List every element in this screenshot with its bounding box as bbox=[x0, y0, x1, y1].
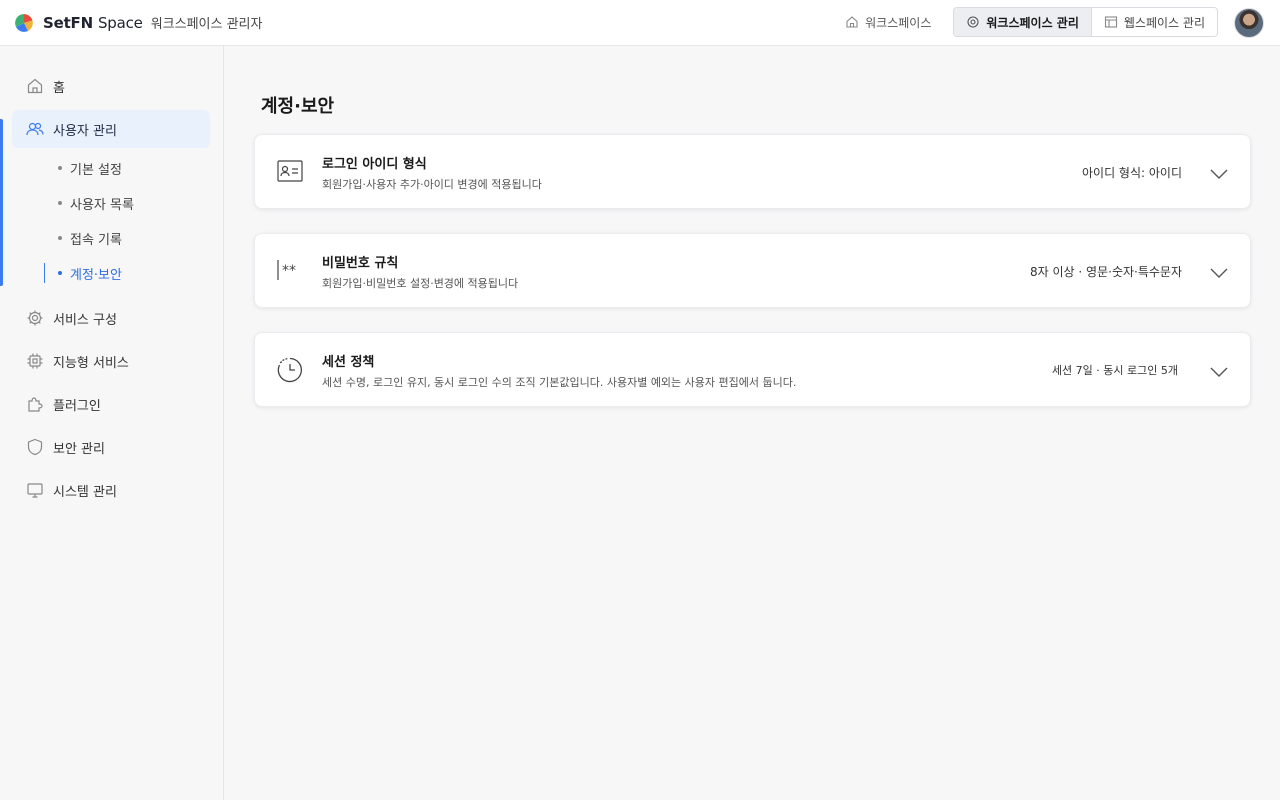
card-value: 8자 이상 · 영문·숫자·특수문자 bbox=[1030, 265, 1182, 279]
sidebar-item-intelligent[interactable]: 지능형 서비스 bbox=[12, 342, 210, 380]
password-icon: ** bbox=[277, 258, 305, 286]
card-value: 세션 7일 · 동시 로그인 5개 bbox=[1051, 364, 1178, 377]
sidebar-item-system[interactable]: 시스템 관리 bbox=[12, 471, 210, 509]
card-description: 세션 수명, 로그인 유지, 동시 로그인 수의 조직 기본값입니다. 사용자별… bbox=[322, 376, 797, 389]
sidebar-item-home[interactable]: 홈 bbox=[12, 67, 210, 105]
sidebar-item-label: 서비스 구성 bbox=[53, 312, 117, 328]
header-nav: 워크스페이스 워크스페이스 관리 웹스페이스 관리 bbox=[835, 7, 1218, 37]
chevron-down-icon[interactable] bbox=[1210, 264, 1228, 283]
puzzle-icon bbox=[28, 397, 43, 412]
top-header: SetFN Space 워크스페이스 관리자 워크스페이스 워크스페이스 관리 … bbox=[0, 0, 1280, 46]
svg-text:**: ** bbox=[282, 263, 296, 279]
sidebar-item-label: 지능형 서비스 bbox=[53, 355, 129, 371]
chevron-down-icon[interactable] bbox=[1210, 165, 1228, 184]
sidebar-item-label: 사용자 관리 bbox=[53, 123, 117, 139]
users-icon bbox=[26, 122, 44, 136]
card-title: 비밀번호 규칙 bbox=[322, 256, 399, 271]
sidebar-sub-item-basic[interactable]: 기본 설정 bbox=[58, 153, 122, 183]
card-description: 회원가입·비밀번호 설정·변경에 적용됩니다 bbox=[322, 277, 519, 290]
shield-icon bbox=[27, 438, 43, 456]
nav-webspace-admin-label: 웹스페이스 관리 bbox=[1123, 15, 1205, 30]
sidebar-sub-item-account-security[interactable]: 계정·보안 bbox=[58, 258, 122, 288]
card-title: 세션 정책 bbox=[322, 355, 375, 370]
layout-icon bbox=[1104, 16, 1117, 28]
monitor-icon bbox=[27, 483, 43, 498]
sub-active-line bbox=[44, 263, 45, 283]
home-icon bbox=[846, 16, 858, 28]
id-card-icon bbox=[277, 159, 303, 187]
nav-workspace[interactable]: 워크스페이스 bbox=[835, 7, 941, 37]
card-password-rules[interactable]: ** 비밀번호 규칙 회원가입·비밀번호 설정·변경에 적용됩니다 8자 이상 … bbox=[254, 233, 1251, 308]
sidebar-sub-item-access-log[interactable]: 접속 기록 bbox=[58, 223, 122, 253]
sidebar-item-users[interactable]: 사용자 관리 bbox=[12, 110, 210, 148]
gear-icon bbox=[967, 16, 979, 28]
sidebar-sub-label: 기본 설정 bbox=[70, 162, 122, 178]
clock-icon bbox=[277, 357, 303, 387]
sidebar-active-accent bbox=[0, 119, 3, 286]
sidebar-sub-label: 계정·보안 bbox=[70, 267, 122, 283]
admin-switch: 워크스페이스 관리 웹스페이스 관리 bbox=[953, 7, 1218, 37]
sidebar-sub-label: 사용자 목록 bbox=[70, 197, 134, 213]
nav-workspace-admin-label: 워크스페이스 관리 bbox=[986, 15, 1079, 30]
nav-webspace-admin[interactable]: 웹스페이스 관리 bbox=[1091, 8, 1217, 36]
nav-workspace-label: 워크스페이스 bbox=[865, 15, 932, 30]
page-title: 계정·보안 bbox=[261, 96, 335, 117]
bullet-icon bbox=[58, 236, 62, 240]
brand-name: SetFN Space bbox=[43, 13, 143, 32]
sidebar-item-plugin[interactable]: 플러그인 bbox=[12, 385, 210, 423]
sidebar-item-label: 플러그인 bbox=[53, 398, 101, 414]
nav-workspace-admin[interactable]: 워크스페이스 관리 bbox=[954, 8, 1092, 36]
chevron-down-icon[interactable] bbox=[1210, 363, 1228, 382]
bullet-icon bbox=[58, 201, 62, 205]
card-login-id-format[interactable]: 로그인 아이디 형식 회원가입·사용자 추가·아이디 변경에 적용됩니다 아이디… bbox=[254, 134, 1251, 209]
card-description: 회원가입·사용자 추가·아이디 변경에 적용됩니다 bbox=[322, 178, 542, 191]
sidebar-item-label: 시스템 관리 bbox=[53, 484, 117, 500]
sidebar-item-service-config[interactable]: 서비스 구성 bbox=[12, 299, 210, 337]
card-title: 로그인 아이디 형식 bbox=[322, 157, 427, 172]
card-value: 아이디 형식: 아이디 bbox=[1082, 166, 1182, 180]
sidebar-sub-item-user-list[interactable]: 사용자 목록 bbox=[58, 188, 134, 218]
sidebar-item-label: 보안 관리 bbox=[53, 441, 105, 457]
sidebar-item-security[interactable]: 보안 관리 bbox=[12, 428, 210, 466]
sidebar-sub-label: 접속 기록 bbox=[70, 232, 122, 248]
brand[interactable]: SetFN Space 워크스페이스 관리자 bbox=[15, 13, 262, 32]
logo-icon bbox=[15, 13, 33, 32]
bullet-icon bbox=[58, 166, 62, 170]
sidebar-item-label: 홈 bbox=[53, 80, 65, 96]
sidebar: 홈 사용자 관리 기본 설정 사용자 목록 접속 기록 계정·보안 서비스 구성… bbox=[0, 46, 224, 800]
home-icon bbox=[27, 78, 43, 94]
brand-subtitle: 워크스페이스 관리자 bbox=[150, 17, 263, 32]
chip-icon bbox=[27, 353, 43, 369]
bullet-icon bbox=[58, 271, 62, 275]
avatar[interactable] bbox=[1234, 8, 1264, 38]
main-content: 계정·보안 로그인 아이디 형식 회원가입·사용자 추가·아이디 변경에 적용됩… bbox=[224, 46, 1280, 800]
gear-icon bbox=[27, 310, 43, 326]
card-session-policy[interactable]: 세션 정책 세션 수명, 로그인 유지, 동시 로그인 수의 조직 기본값입니다… bbox=[254, 332, 1251, 407]
